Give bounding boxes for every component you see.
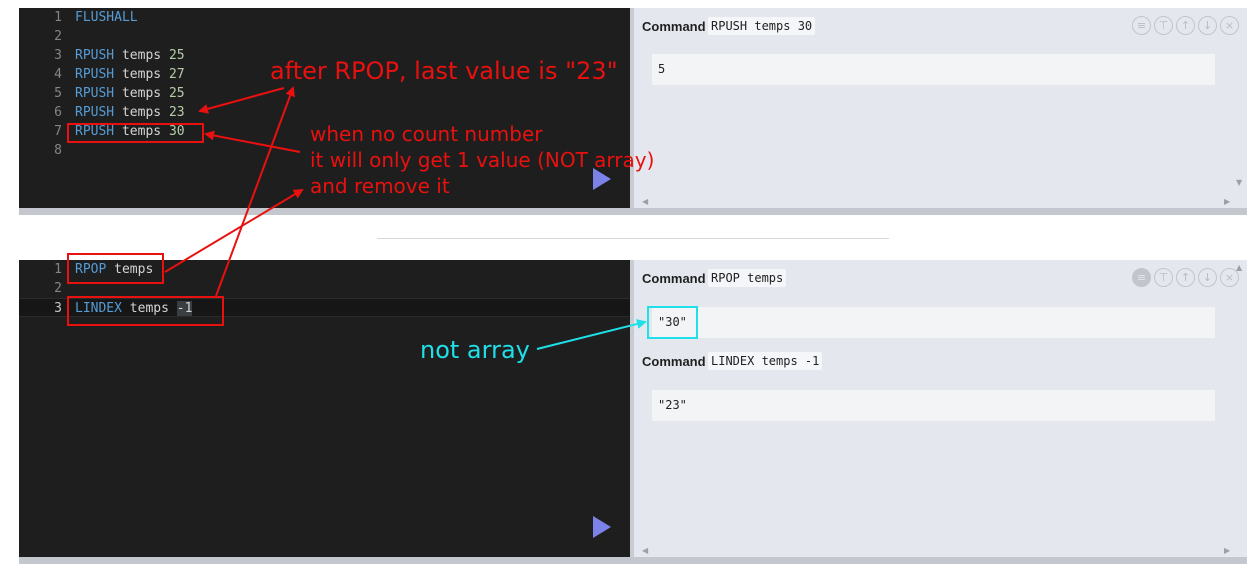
command-label: Command xyxy=(642,354,706,369)
result-toolbar: ≡ ⊤ ↑ ↓ × xyxy=(1132,16,1239,35)
scroll-down-icon[interactable]: ▼ xyxy=(1236,178,1242,187)
code-text: RPUSH temps 25 xyxy=(75,48,185,63)
line-number: 6 xyxy=(54,105,62,120)
horizontal-scrollbar[interactable]: ◀ ▶ xyxy=(634,194,1247,208)
highlight-box-rpop xyxy=(67,253,164,284)
annotation-no-count-1: when no count number xyxy=(310,122,543,146)
line-number: 2 xyxy=(54,281,62,296)
highlight-box-rpush-30 xyxy=(67,123,204,143)
result-output: "23" xyxy=(652,390,1215,421)
results-pane-1: Command RPUSH temps 30 ≡ ⊤ ↑ ↓ × 5 ▼ ◀ ▶ xyxy=(634,8,1247,208)
scroll-right-icon[interactable]: ▶ xyxy=(1224,197,1230,206)
line-number: 8 xyxy=(54,143,62,158)
vertical-scrollbar[interactable]: ▼ xyxy=(1233,8,1247,208)
scroll-left-icon[interactable]: ◀ xyxy=(642,197,648,206)
results-pane-2: Command RPOP temps ≡ ⊤ ↑ ↓ × "30" Comman… xyxy=(634,260,1247,557)
editor-line: 1 FLUSHALL xyxy=(19,8,630,27)
result-output: "30" xyxy=(652,307,1215,338)
code-text: RPUSH temps 25 xyxy=(75,86,185,101)
annotation-no-count-2: it will only get 1 value (NOT array) xyxy=(310,148,655,172)
command-label: Command xyxy=(642,19,706,34)
panel-bottom-bar xyxy=(19,208,1247,215)
separator xyxy=(377,238,889,239)
scroll-up-icon[interactable]: ▲ xyxy=(1236,263,1242,272)
format-icon[interactable]: ⊤ xyxy=(1154,16,1173,35)
editor-line: 2 xyxy=(19,27,630,46)
code-text: FLUSHALL xyxy=(75,10,138,25)
annotation-after-rpop: after RPOP, last value is "23" xyxy=(270,57,618,85)
command-text: RPUSH temps 30 xyxy=(708,17,816,35)
line-number: 4 xyxy=(54,67,62,82)
arrow-down-icon[interactable]: ↓ xyxy=(1198,16,1217,35)
line-number: 1 xyxy=(54,262,62,277)
editor-line: 6 RPUSH temps 23 xyxy=(19,103,630,122)
result-toolbar: ≡ ⊤ ↑ ↓ × xyxy=(1132,268,1239,287)
annotation-not-array: not array xyxy=(420,336,530,364)
highlight-box-result-30 xyxy=(647,306,698,339)
list-icon[interactable]: ≡ xyxy=(1132,268,1151,287)
scroll-right-icon[interactable]: ▶ xyxy=(1224,546,1230,555)
arrow-up-icon[interactable]: ↑ xyxy=(1176,268,1195,287)
panel-bottom-bar xyxy=(19,557,1247,564)
line-number: 5 xyxy=(54,86,62,101)
code-text: RPUSH temps 27 xyxy=(75,67,185,82)
arrow-up-icon[interactable]: ↑ xyxy=(1176,16,1195,35)
list-icon[interactable]: ≡ xyxy=(1132,16,1151,35)
line-number: 7 xyxy=(54,124,62,139)
line-number: 1 xyxy=(54,10,62,25)
command-label: Command xyxy=(642,271,706,286)
arrow-down-icon[interactable]: ↓ xyxy=(1198,268,1217,287)
line-number: 3 xyxy=(54,301,62,316)
horizontal-scrollbar[interactable]: ◀ ▶ xyxy=(634,543,1247,557)
command-text: LINDEX temps -1 xyxy=(708,352,823,370)
redis-panel-1: 1 FLUSHALL 2 3 RPUSH temps 25 4 RPUSH te… xyxy=(19,8,1247,215)
format-icon[interactable]: ⊤ xyxy=(1154,268,1173,287)
result-output: 5 xyxy=(652,54,1215,85)
annotation-no-count-3: and remove it xyxy=(310,174,450,198)
highlight-box-lindex xyxy=(67,296,224,326)
scroll-left-icon[interactable]: ◀ xyxy=(642,546,648,555)
run-button[interactable] xyxy=(593,516,611,538)
line-number: 2 xyxy=(54,29,62,44)
command-text: RPOP temps xyxy=(708,269,787,287)
editor-line: 5 RPUSH temps 25 xyxy=(19,84,630,103)
vertical-scrollbar[interactable]: ▲ xyxy=(1233,260,1247,557)
code-text: RPUSH temps 23 xyxy=(75,105,185,120)
line-number: 3 xyxy=(54,48,62,63)
